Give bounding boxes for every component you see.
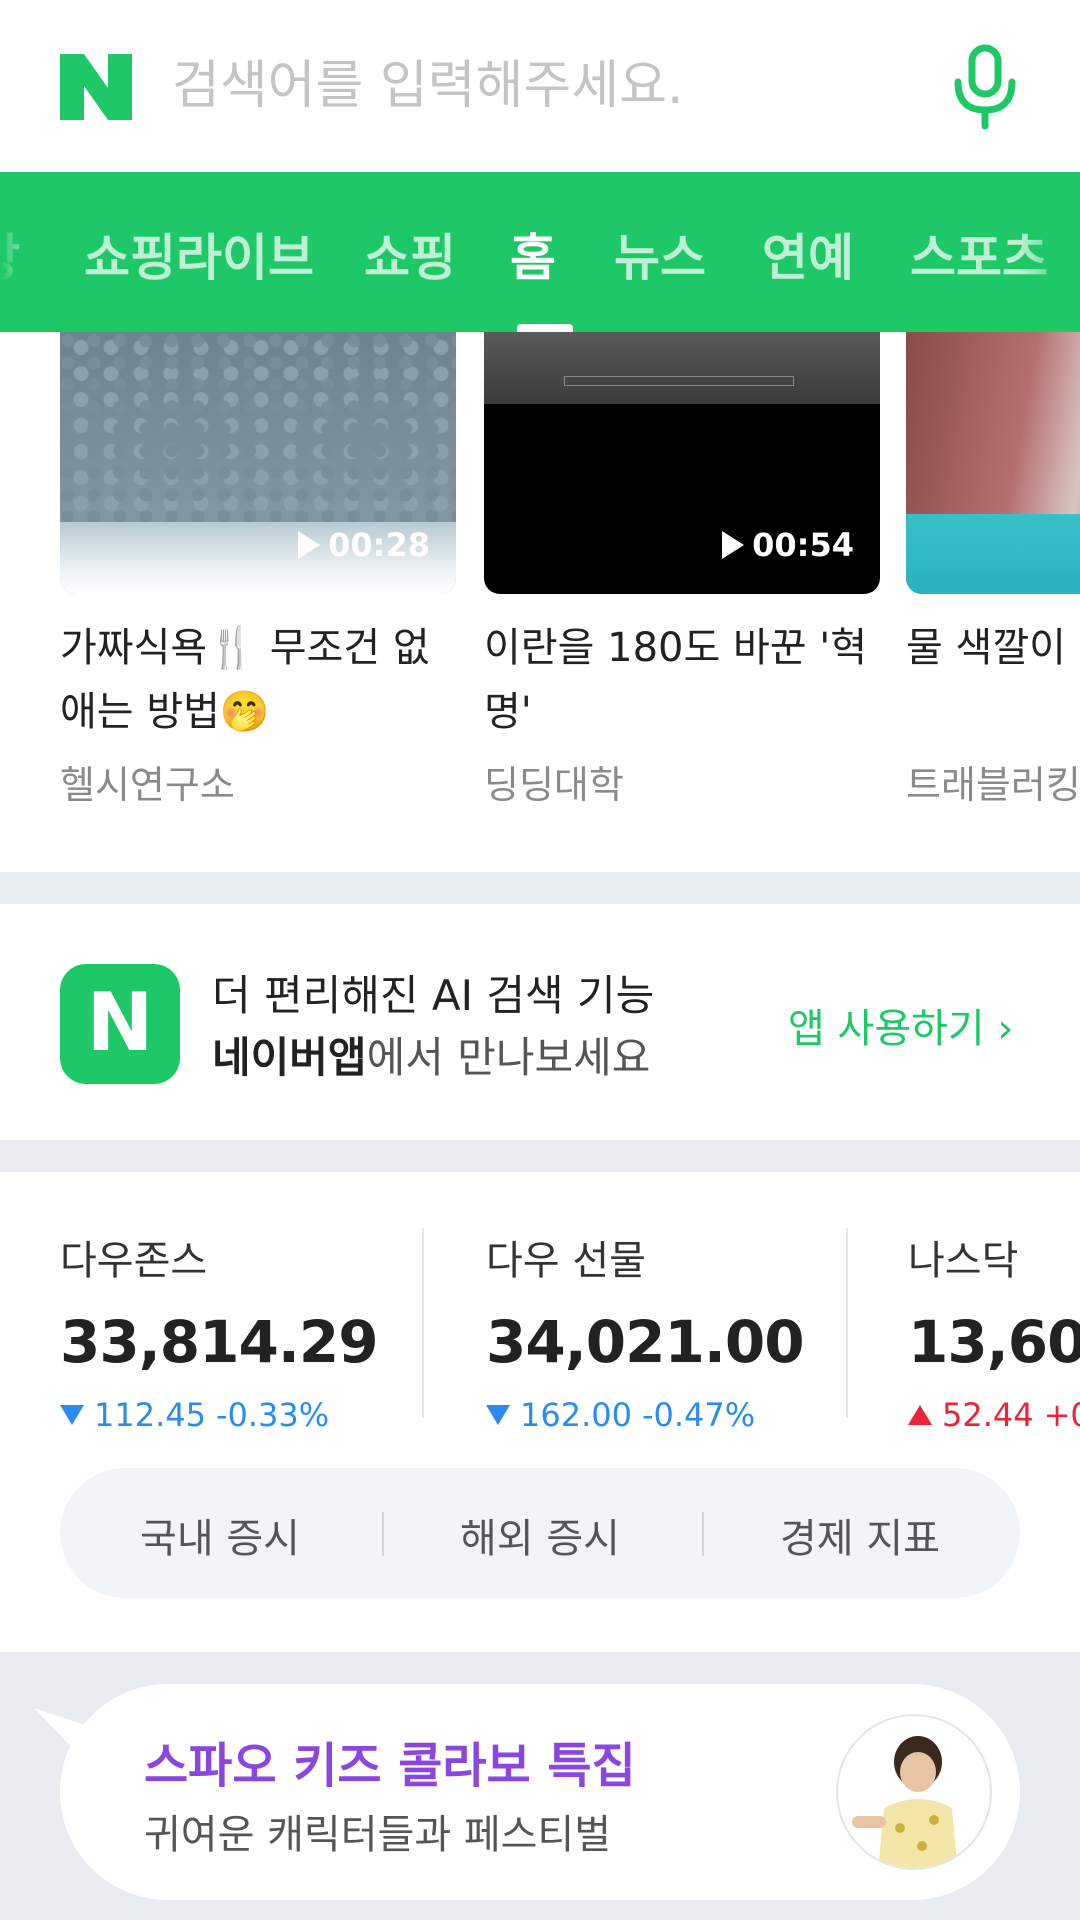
video-channel[interactable]: 헬시연구소 bbox=[60, 754, 456, 809]
tab-news[interactable]: 뉴스 bbox=[614, 218, 706, 290]
stock-change: 52.44 +0. bbox=[908, 1396, 1080, 1434]
promo-text-line2: 네이버앱에서 만나보세요 bbox=[212, 1024, 650, 1085]
tab-shopping[interactable]: 쇼핑 bbox=[364, 218, 456, 290]
video-thumbnail[interactable]: 00:54 bbox=[484, 332, 880, 594]
tab-home[interactable]: 홈 bbox=[510, 218, 556, 290]
video-thumbnail[interactable]: 00:28 bbox=[60, 332, 456, 594]
video-title[interactable]: 가짜식욕🍴 무조건 없애는 방법🤭 bbox=[60, 616, 456, 744]
category-tabs: 방 쇼핑라이브 쇼핑 홈 뉴스 연예 스포츠 bbox=[0, 172, 1080, 332]
section-divider bbox=[0, 1140, 1080, 1172]
search-header bbox=[0, 0, 1080, 172]
shortform-video-list: 00:28 가짜식욕🍴 무조건 없애는 방법🤭 헬시연구소 00:54 이란을 … bbox=[0, 332, 1080, 872]
naver-logo-icon[interactable] bbox=[60, 54, 132, 120]
stock-change: 162.00 -0.47% bbox=[486, 1396, 804, 1434]
video-channel[interactable]: 딩딩대학 bbox=[484, 754, 880, 809]
video-duration: 00:54 bbox=[722, 526, 854, 564]
stock-item-nasdaq[interactable]: 나스닥 13,608 52.44 +0. bbox=[908, 1228, 1080, 1434]
stock-value: 13,608 bbox=[908, 1308, 1080, 1376]
tab-economic-indicators[interactable]: 경제 지표 bbox=[700, 1506, 1020, 1564]
play-icon bbox=[298, 531, 321, 559]
promo-text-line1: 더 편리해진 AI 검색 기능 bbox=[212, 971, 655, 1020]
app-promo-banner: N 더 편리해진 AI 검색 기능 네이버앱에서 만나보세요 앱 사용하기 › bbox=[0, 904, 1080, 1140]
stock-change: 112.45 -0.33% bbox=[60, 1396, 378, 1434]
promo-banner-area: 스파오 키즈 콜라보 특집 귀여운 캐릭터들과 페스티벌 bbox=[0, 1652, 1080, 1920]
tabs-fade-right bbox=[1020, 172, 1080, 332]
promo-text-rest: 에서 만나보세요 bbox=[366, 1033, 651, 1082]
spao-kids-banner[interactable]: 스파오 키즈 콜라보 특집 귀여운 캐릭터들과 페스티벌 bbox=[60, 1684, 1020, 1900]
tab-domestic-market[interactable]: 국내 증시 bbox=[60, 1506, 380, 1564]
promo-app-name: 네이버앱 bbox=[212, 1033, 367, 1082]
video-card[interactable]: 00:54 이란을 180도 바꾼 '혁명' 딩딩대학 bbox=[484, 332, 880, 809]
video-channel[interactable]: 트래블러킹 bbox=[906, 754, 1080, 809]
stock-name: 다우 선물 bbox=[486, 1238, 646, 1284]
stock-item-dow[interactable]: 다우존스 33,814.29 112.45 -0.33% bbox=[60, 1228, 379, 1434]
microphone-icon[interactable] bbox=[950, 44, 1020, 130]
video-duration: 00:28 bbox=[298, 526, 430, 564]
column-divider bbox=[422, 1228, 424, 1418]
up-arrow-icon bbox=[908, 1405, 932, 1425]
naver-app-icon: N bbox=[60, 964, 180, 1084]
section-divider bbox=[0, 872, 1080, 904]
video-thumbnail[interactable] bbox=[906, 332, 1080, 594]
tab-overseas-market[interactable]: 해외 증시 bbox=[380, 1506, 700, 1564]
use-app-link[interactable]: 앱 사용하기 › bbox=[788, 996, 1013, 1054]
search-input[interactable] bbox=[172, 46, 892, 126]
tabs-fade-left bbox=[0, 172, 34, 332]
video-title[interactable]: 물 색깔이 가 있다?! bbox=[906, 616, 1080, 744]
column-divider bbox=[846, 1228, 848, 1418]
video-card[interactable]: 물 색깔이 가 있다?! 트래블러킹 bbox=[906, 332, 1080, 809]
down-arrow-icon bbox=[486, 1405, 510, 1425]
stock-name: 나스닥 bbox=[908, 1238, 1019, 1284]
stock-value: 33,814.29 bbox=[60, 1308, 379, 1376]
active-tab-indicator bbox=[517, 324, 573, 332]
video-title[interactable]: 이란을 180도 바꾼 '혁명' bbox=[484, 616, 880, 744]
banner-title: 스파오 키즈 콜라보 특집 bbox=[144, 1738, 636, 1794]
banner-subtitle: 귀여운 캐릭터들과 페스티벌 bbox=[144, 1812, 612, 1858]
stock-name: 다우존스 bbox=[60, 1238, 208, 1284]
stock-value: 34,021.00 bbox=[486, 1308, 805, 1376]
play-icon bbox=[722, 531, 745, 559]
stock-item-dow-futures[interactable]: 다우 선물 34,021.00 162.00 -0.47% bbox=[486, 1228, 805, 1434]
video-card[interactable]: 00:28 가짜식욕🍴 무조건 없애는 방법🤭 헬시연구소 bbox=[60, 332, 456, 809]
market-tab-bar: 국내 증시 해외 증시 경제 지표 bbox=[60, 1468, 1020, 1598]
tab-shopping-live[interactable]: 쇼핑라이브 bbox=[84, 218, 314, 290]
tab-entertainment[interactable]: 연예 bbox=[762, 218, 854, 290]
down-arrow-icon bbox=[60, 1405, 84, 1425]
banner-thumbnail-image bbox=[836, 1714, 992, 1870]
stock-index-widget: 다우존스 33,814.29 112.45 -0.33% 다우 선물 34,02… bbox=[0, 1172, 1080, 1652]
